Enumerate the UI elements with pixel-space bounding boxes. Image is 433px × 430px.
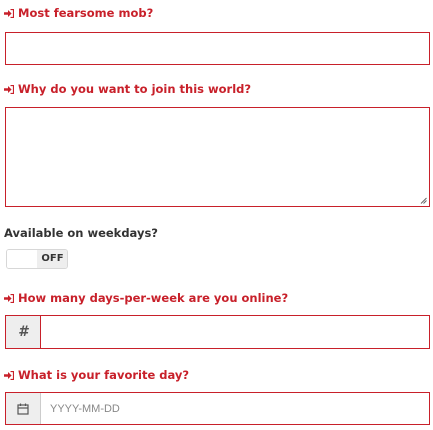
sign-in-icon xyxy=(4,371,14,380)
mob-input[interactable] xyxy=(5,32,430,65)
day-addon xyxy=(6,393,41,424)
sign-in-icon xyxy=(4,294,14,303)
calendar-icon xyxy=(17,403,29,415)
days-addon: # xyxy=(6,316,41,348)
day-label: What is your favorite day? xyxy=(4,368,189,382)
toggle-off-label: OFF xyxy=(37,250,67,268)
sign-in-icon xyxy=(4,9,14,18)
date-placeholder: YYYY-MM-DD xyxy=(50,402,120,415)
date-input[interactable]: YYYY-MM-DD xyxy=(41,393,429,424)
days-label-text: How many days-per-week are you online? xyxy=(18,291,289,305)
days-input-group: # xyxy=(5,315,430,349)
hash-icon: # xyxy=(18,324,28,340)
why-label-text: Why do you want to join this world? xyxy=(18,82,252,96)
toggle-handle[interactable] xyxy=(7,250,38,268)
weekdays-label: Available on weekdays? xyxy=(4,226,158,240)
days-label: How many days-per-week are you online? xyxy=(4,291,288,305)
sign-in-icon xyxy=(4,85,14,94)
weekdays-toggle[interactable]: OFF xyxy=(6,249,68,269)
mob-label: Most fearsome mob? xyxy=(4,6,153,20)
day-input-group: YYYY-MM-DD xyxy=(5,392,430,425)
why-label: Why do you want to join this world? xyxy=(4,82,251,96)
why-textarea[interactable] xyxy=(5,107,430,207)
weekdays-label-text: Available on weekdays? xyxy=(4,226,158,240)
days-input[interactable] xyxy=(41,316,429,348)
mob-label-text: Most fearsome mob? xyxy=(18,6,154,20)
resize-grip-icon[interactable] xyxy=(420,197,427,204)
day-label-text: What is your favorite day? xyxy=(18,368,190,382)
